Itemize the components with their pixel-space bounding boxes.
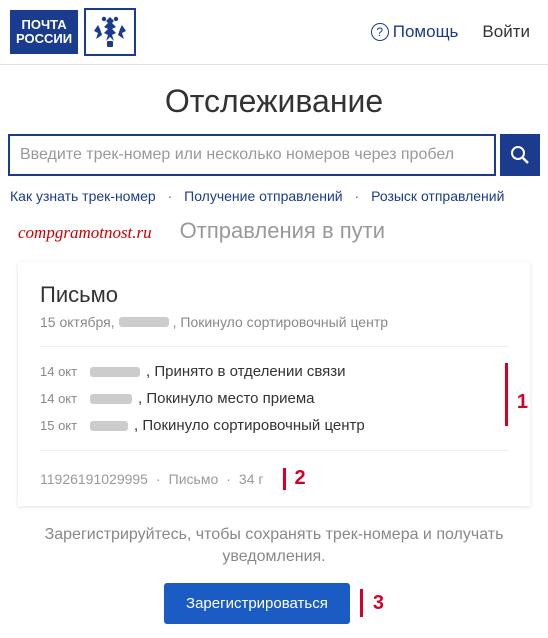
meta-weight: 34 г <box>239 471 264 487</box>
nav-separator: · <box>355 188 360 204</box>
logo-line1: ПОЧТА <box>16 18 72 32</box>
meta-dot: · <box>156 471 161 487</box>
meta-dot: · <box>226 471 231 487</box>
divider <box>40 450 508 451</box>
event-row: 14 окт , Принято в отделении связи <box>40 363 482 380</box>
nav-separator: · <box>168 188 173 204</box>
help-link[interactable]: ? Помощь <box>371 22 459 42</box>
register-button[interactable]: Зарегистрироваться <box>164 583 350 624</box>
logo-line2: РОССИИ <box>16 32 72 46</box>
event-row: 14 окт , Покинуло место приема <box>40 390 482 407</box>
meta-track: 11926191029995 <box>40 471 148 487</box>
help-label: Помощь <box>393 22 459 42</box>
card-subtitle: 15 октября, , Покинуло сортировочный цен… <box>40 314 508 330</box>
redacted-bar <box>90 394 132 404</box>
meta-type: Письмо <box>169 471 219 487</box>
annotation-num-3: 3 <box>373 592 384 615</box>
event-row: 15 окт , Покинуло сортировочный центр <box>40 417 482 434</box>
watermark-row: compgramotnost.ru Отправления в пути <box>0 218 548 244</box>
annotation-marker-3 <box>360 589 363 617</box>
cta-text: Зарегистрируйтесь, чтобы сохранять трек-… <box>30 524 518 569</box>
event-text: , Покинуло место приема <box>138 390 315 407</box>
nav-links: Как узнать трек-номер · Получение отправ… <box>0 188 548 204</box>
redacted-bar <box>119 317 169 327</box>
annotation-num-2: 2 <box>294 467 305 490</box>
cta-row: Зарегистрироваться 3 <box>0 583 548 624</box>
search-input[interactable] <box>8 134 496 176</box>
event-date: 15 окт <box>40 418 84 433</box>
event-date: 14 окт <box>40 391 84 406</box>
meta-row: 11926191029995 · Письмо · 34 г 2 <box>40 467 508 490</box>
search-row <box>0 134 548 176</box>
section-title: Отправления в пути <box>180 218 385 244</box>
annotation-marker-2 <box>283 468 286 490</box>
redacted-bar <box>90 421 128 431</box>
watermark: compgramotnost.ru <box>18 223 152 243</box>
login-link[interactable]: Войти <box>482 22 530 42</box>
logo-emblem[interactable] <box>84 8 136 56</box>
help-icon: ? <box>371 23 389 41</box>
annotation-num-1: 1 <box>517 391 528 414</box>
divider <box>40 346 508 347</box>
card-sub-status: , Покинуло сортировочный центр <box>173 314 388 330</box>
logo-text[interactable]: ПОЧТА РОССИИ <box>10 10 78 55</box>
search-icon <box>510 145 530 165</box>
header: ПОЧТА РОССИИ ? Помощь Войти <box>0 0 548 65</box>
redacted-bar <box>90 367 140 377</box>
nav-link-search[interactable]: Розыск отправлений <box>371 188 504 204</box>
search-button[interactable] <box>500 134 540 176</box>
annotation-marker-1 <box>505 363 508 426</box>
events-list: 14 окт , Принято в отделении связи 14 ок… <box>40 363 508 434</box>
shipment-card[interactable]: Письмо 15 октября, , Покинуло сортировоч… <box>18 262 530 506</box>
event-text: , Принято в отделении связи <box>146 363 346 380</box>
nav-link-track-howto[interactable]: Как узнать трек-номер <box>10 188 156 204</box>
page-title: Отслеживание <box>0 83 548 120</box>
event-date: 14 окт <box>40 364 84 379</box>
event-text: , Покинуло сортировочный центр <box>134 417 365 434</box>
card-sub-date: 15 октября, <box>40 314 115 330</box>
card-title: Письмо <box>40 282 508 308</box>
eagle-icon <box>90 13 130 51</box>
nav-link-receive[interactable]: Получение отправлений <box>184 188 343 204</box>
